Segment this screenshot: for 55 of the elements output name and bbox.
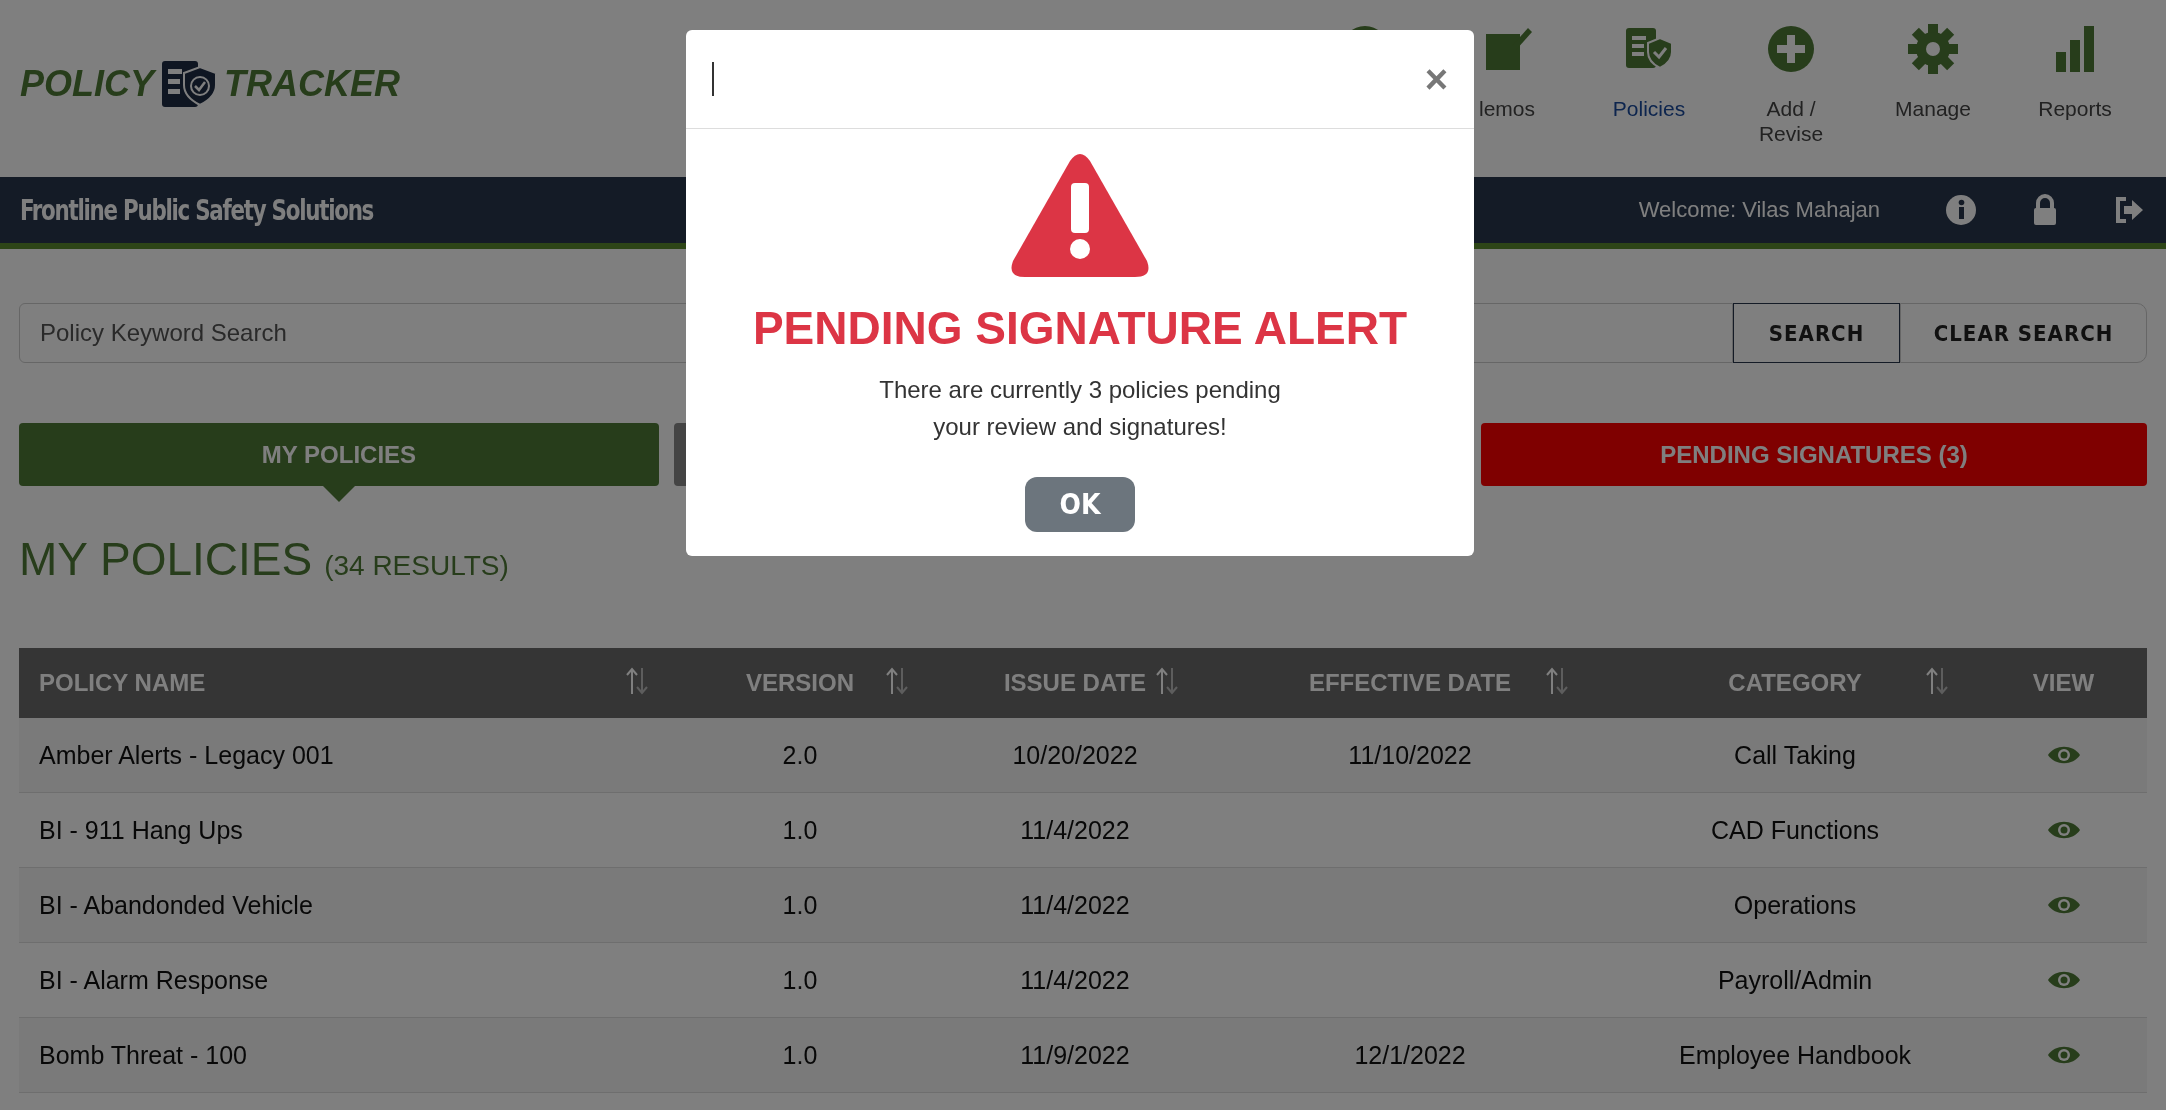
table-cell: 1.0 [782, 815, 818, 845]
column-header: VIEW [2032, 669, 2095, 697]
table-cell: 12/1/2022 [1354, 1040, 1466, 1070]
warning-icon [1009, 153, 1151, 279]
alert-title: PENDING SIGNATURE ALERT [752, 301, 1408, 355]
sort-icon[interactable] [1544, 666, 1570, 696]
tab-pointer-icon [323, 486, 355, 502]
table-cell: 11/9/2022 [1020, 1040, 1130, 1070]
close-button[interactable]: × [1424, 59, 1448, 99]
sort-icon[interactable] [624, 666, 650, 696]
search-button[interactable]: SEARCH [1733, 303, 1900, 363]
table-cell: Call Taking [1734, 740, 1856, 770]
table-cell: BI - Abandonded Vehicle [39, 890, 313, 920]
table-cell: 2.0 [782, 740, 818, 770]
alert-message: There are currently 3 policies pending your review and signatures! [878, 375, 1282, 442]
table-cell: BI - 911 Hang Ups [39, 815, 243, 845]
table-cell: Operations [1733, 890, 1857, 920]
plus-circle-icon [1766, 24, 1816, 74]
section-title: MY POLICIES [19, 532, 313, 586]
table-cell: Payroll/Admin [1717, 965, 1873, 995]
table-cell: Bomb Threat - 100 [39, 1040, 247, 1070]
welcome-text: Welcome: Vilas Mahajan [1638, 197, 1880, 223]
table-cell: 1.0 [782, 1040, 818, 1070]
nav-item[interactable]: Manage [1862, 24, 2004, 121]
table-cell: BI - Alarm Response [39, 965, 269, 995]
table-cell: Employee Handbook [1678, 1040, 1912, 1070]
gear-icon [1908, 24, 1958, 74]
column-header: POLICY NAME [39, 669, 206, 697]
sort-icon[interactable] [1154, 666, 1180, 696]
nav-item[interactable]: Reports [2004, 24, 2146, 121]
nav-item[interactable]: Policies [1578, 24, 1720, 121]
table-cell: 11/4/2022 [1020, 965, 1130, 995]
tab[interactable]: PENDING SIGNATURES (3) [1481, 423, 2147, 486]
text-cursor-icon [712, 62, 714, 96]
logo-text: TRACKER [224, 62, 400, 105]
table-cell: Amber Alerts - Legacy 001 [39, 740, 334, 770]
search-button[interactable]: CLEAR SEARCH [1900, 303, 2147, 363]
table-cell: CAD Functions [1710, 815, 1880, 845]
column-header: ISSUE DATE [1003, 669, 1147, 697]
table-cell: 11/4/2022 [1020, 890, 1130, 920]
table-cell: 10/20/2022 [1012, 740, 1138, 770]
column-header: VERSION [746, 669, 854, 697]
result-count: (34 RESULTS) [324, 550, 509, 582]
column-header: EFFECTIVE DATE [1308, 669, 1512, 697]
table-cell: 11/4/2022 [1020, 815, 1130, 845]
nav-item[interactable]: Add / Revise [1720, 24, 1862, 146]
ok-button[interactable]: OK [1025, 477, 1135, 532]
sort-icon[interactable] [884, 666, 910, 696]
table-cell: 11/10/2022 [1348, 740, 1472, 770]
table-cell: 1.0 [782, 965, 818, 995]
column-header: CATEGORY [1728, 669, 1862, 697]
organization-name: Frontline Public Safety Solutions [20, 193, 374, 227]
sort-icon[interactable] [1924, 666, 1950, 696]
info-icon[interactable] [1944, 193, 1978, 227]
table-cell: 1.0 [782, 890, 818, 920]
